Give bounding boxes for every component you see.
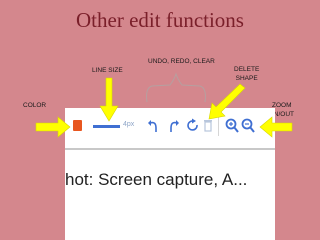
annotation-arrows [35,77,293,138]
color-arrow [35,116,71,138]
line-size-arrow [99,77,119,122]
zoom-arrow [259,116,293,138]
delete-shape-arrow [208,83,246,120]
